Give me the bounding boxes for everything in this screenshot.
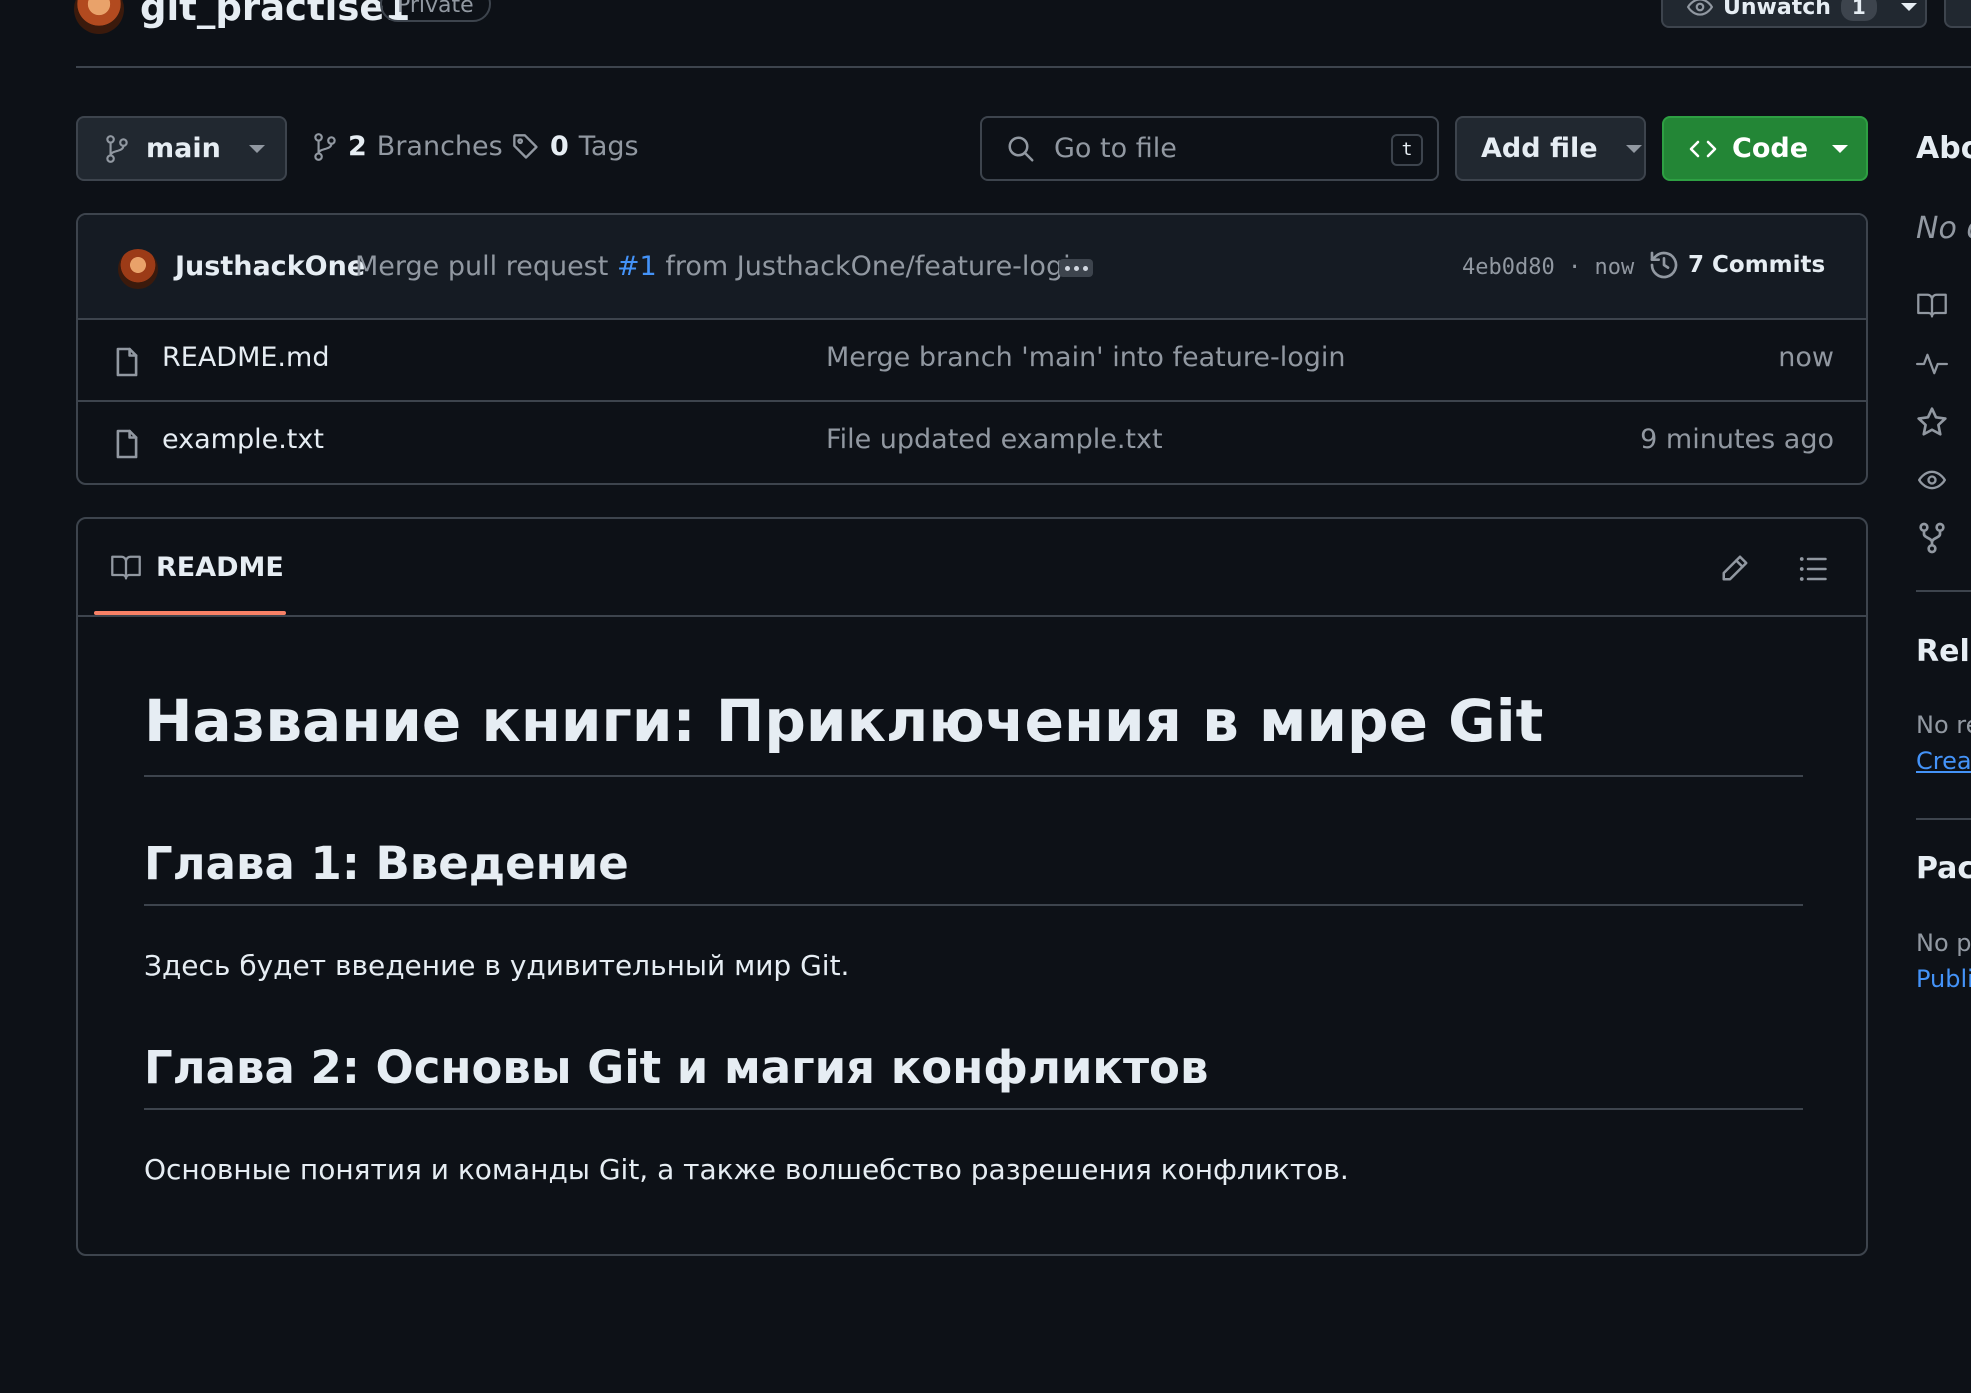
active-tab-indicator	[94, 611, 286, 615]
unwatch-label: Unwatch	[1723, 0, 1831, 20]
expand-commit-button[interactable]	[1059, 259, 1093, 277]
search-icon	[1006, 134, 1036, 164]
file-name[interactable]: example.txt	[162, 424, 324, 455]
fork-icon[interactable]	[1916, 522, 1948, 554]
fork-button[interactable]	[1944, 0, 1971, 28]
file-commit-time: now	[1778, 342, 1834, 373]
file-commit-message[interactable]: Merge branch 'main' into feature-login	[826, 342, 1346, 373]
commit-sha[interactable]: 4eb0d80 · now	[1462, 255, 1634, 280]
chevron-down-icon	[1625, 144, 1642, 153]
branches-link[interactable]: 2 Branches	[312, 131, 503, 162]
pull-request-link[interactable]: #1	[617, 251, 657, 282]
file-name[interactable]: README.md	[162, 342, 329, 373]
file-commit-time: 9 minutes ago	[1640, 424, 1834, 455]
add-file-button[interactable]: Add file	[1455, 116, 1646, 181]
releases-text: No re	[1916, 711, 1971, 739]
chevron-down-icon	[1832, 144, 1849, 153]
commit-message-prefix: Merge pull request	[355, 251, 609, 282]
readme-title: Название книги: Приключения в мире Git	[144, 687, 1803, 777]
go-to-file-search[interactable]: t	[980, 116, 1439, 181]
file-commit-message[interactable]: File updated example.txt	[826, 424, 1163, 455]
repo-name[interactable]: git_practise1	[140, 0, 410, 29]
commits-count-label: 7 Commits	[1688, 252, 1826, 278]
sidebar-divider	[1916, 590, 1971, 592]
tags-label: Tags	[578, 131, 639, 162]
header-divider	[76, 66, 1971, 68]
commit-author[interactable]: JusthackOne	[175, 251, 365, 282]
git-branch-icon	[312, 132, 338, 162]
history-icon	[1648, 249, 1680, 281]
watch-count: 1	[1840, 0, 1877, 21]
releases-heading[interactable]: Rele	[1916, 634, 1971, 669]
readme-heading: Глава 1: Введение	[144, 837, 1803, 906]
tab-readme[interactable]: README	[94, 519, 286, 615]
about-description: No d	[1916, 211, 1971, 246]
tag-icon	[512, 133, 540, 161]
file-browser: JusthackOne Merge pull request #1 from J…	[76, 213, 1868, 485]
commit-message-suffix: from JusthackOne/feature-login	[665, 251, 1088, 282]
chevron-down-icon	[1900, 3, 1917, 11]
code-icon	[1688, 137, 1718, 161]
readme-paragraph: Здесь будет введение в удивительный мир …	[144, 949, 850, 982]
readme-heading: Глава 2: Основы Git и магия конфликтов	[144, 1041, 1803, 1110]
readme-paragraph: Основные понятия и команды Git, а также …	[144, 1153, 1349, 1186]
commits-history-link[interactable]: 7 Commits	[1648, 249, 1825, 281]
create-release-link[interactable]: Creat	[1916, 747, 1971, 775]
tags-count: 0	[550, 131, 569, 162]
publish-package-link[interactable]: Publi	[1916, 965, 1971, 993]
file-row[interactable]: README.md Merge branch 'main' into featu…	[78, 320, 1866, 402]
branches-label: Branches	[376, 131, 503, 162]
search-input[interactable]	[1052, 132, 1376, 165]
latest-commit-bar: JusthackOne Merge pull request #1 from J…	[78, 215, 1866, 320]
code-label: Code	[1732, 133, 1809, 164]
code-button[interactable]: Code	[1662, 116, 1868, 181]
branch-name: main	[146, 133, 221, 164]
sidebar-divider	[1916, 818, 1971, 820]
branch-selector[interactable]: main	[76, 116, 287, 181]
eye-icon	[1687, 0, 1713, 20]
eye-icon[interactable]	[1916, 466, 1948, 494]
branches-count: 2	[348, 131, 367, 162]
visibility-badge: Private	[380, 0, 491, 22]
star-icon[interactable]	[1916, 406, 1948, 438]
file-icon	[114, 428, 140, 460]
packages-heading[interactable]: Pac	[1916, 851, 1971, 886]
commit-author-avatar[interactable]	[118, 249, 158, 289]
unwatch-button[interactable]: Unwatch 1	[1661, 0, 1927, 28]
readme-tab-label: README	[156, 551, 284, 583]
git-branch-icon	[104, 134, 130, 164]
readme-header: README	[78, 519, 1866, 617]
activity-icon[interactable]	[1916, 350, 1948, 378]
file-icon	[114, 346, 140, 378]
pencil-icon[interactable]	[1720, 553, 1750, 583]
commit-message[interactable]: Merge pull request #1 from JusthackOne/f…	[355, 251, 1088, 282]
chevron-down-icon	[248, 144, 265, 153]
repo-owner-avatar[interactable]	[74, 0, 124, 34]
readme-panel: README Название книги: Приключения в мир…	[76, 517, 1868, 1256]
about-heading: Abo	[1916, 131, 1971, 166]
book-icon	[110, 553, 142, 581]
tags-link[interactable]: 0 Tags	[512, 131, 639, 162]
packages-text: No p	[1916, 929, 1971, 957]
file-row[interactable]: example.txt File updated example.txt 9 m…	[78, 402, 1866, 483]
keyboard-shortcut-hint: t	[1391, 134, 1423, 166]
outline-list-icon[interactable]	[1798, 555, 1828, 583]
add-file-label: Add file	[1481, 133, 1598, 164]
book-icon[interactable]	[1916, 291, 1948, 319]
